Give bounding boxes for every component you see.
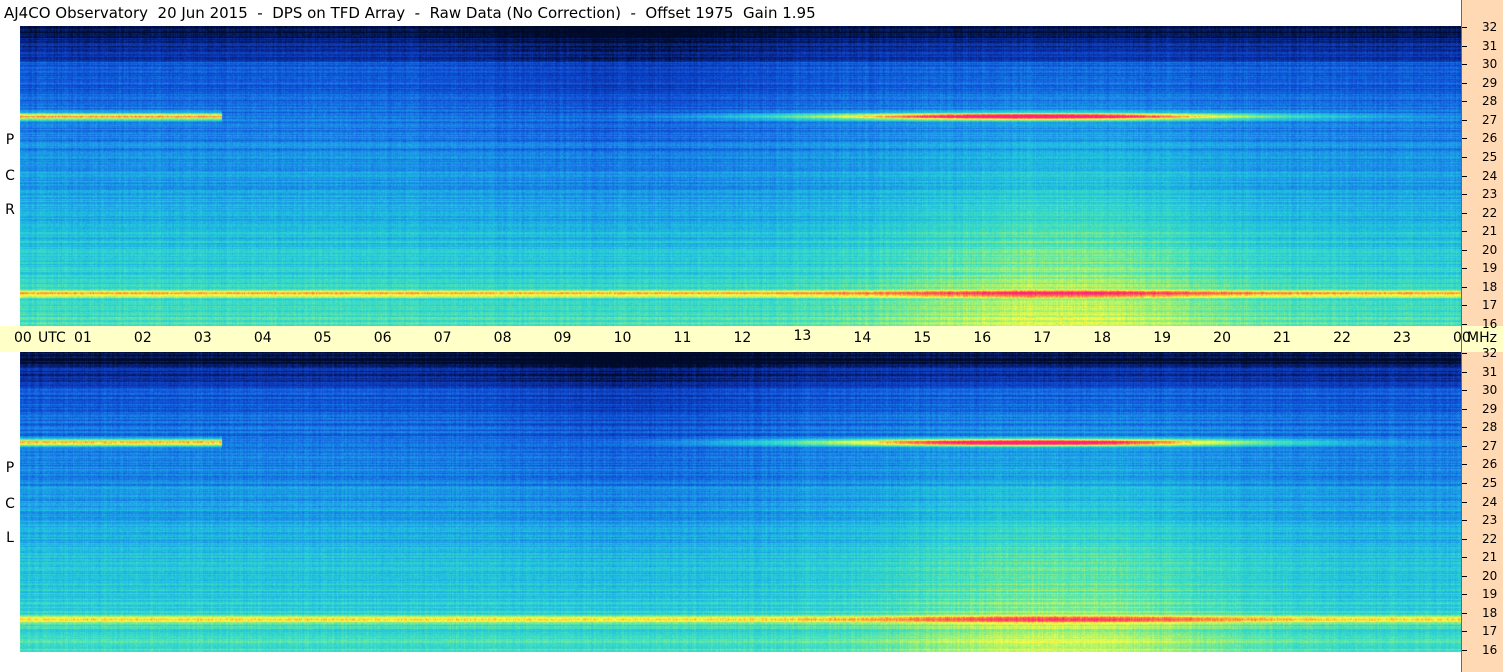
lcp-polarization-label: P C L xyxy=(0,352,20,652)
freq-tick-label-25: 25 xyxy=(1482,149,1498,164)
hour-label-3: 03 xyxy=(193,330,212,346)
rcp-letter-r: P xyxy=(5,132,15,148)
freq-tick-label-21: 21 xyxy=(1482,550,1498,565)
utc-time-axis: UTC MHz 00 01 02 03 04 05 06 07 08 09 10 11 12 13 14 15… xyxy=(0,326,1503,352)
hour-label-13: 13 xyxy=(793,328,812,344)
mhz-label: MHz xyxy=(1467,330,1497,346)
freq-tick-label-25: 25 xyxy=(1482,475,1498,490)
freq-tick-label-20: 20 xyxy=(1482,568,1498,583)
utc-label: UTC xyxy=(38,330,66,346)
rcp-polarization-label: P C R xyxy=(0,26,20,326)
freq-tick-label-32: 32 xyxy=(1482,346,1498,360)
freq-tick-label-17: 17 xyxy=(1482,298,1498,313)
frequency-scale-lcp: 32 31 30 29 28 27 26 25 24 23 22 21 20 19 18 17 16 xyxy=(1461,346,1503,672)
hour-label-19: 19 xyxy=(1153,330,1172,346)
freq-tick-label-17: 17 xyxy=(1482,624,1498,639)
rcp-spectrogram-image xyxy=(20,26,1461,326)
freq-tick-label-19: 19 xyxy=(1482,261,1498,276)
hour-label-1: 01 xyxy=(73,330,92,346)
lcp-letter-p: L xyxy=(6,530,14,546)
hour-label-14: 14 xyxy=(853,330,872,346)
hour-label-18: 18 xyxy=(1093,330,1112,346)
hour-label-9: 09 xyxy=(553,330,572,346)
freq-tick-label-20: 20 xyxy=(1482,242,1498,257)
hour-label-12: 12 xyxy=(733,330,752,346)
freq-tick-label-32: 32 xyxy=(1482,20,1498,34)
hour-label-17: 17 xyxy=(1033,330,1052,346)
freq-tick-label-28: 28 xyxy=(1482,94,1498,109)
hour-label-8: 08 xyxy=(493,330,512,346)
lcp-spectrogram-image xyxy=(20,352,1461,652)
freq-tick-label-30: 30 xyxy=(1482,57,1498,72)
hour-label-22: 22 xyxy=(1333,330,1351,346)
hour-label-6: 06 xyxy=(373,330,392,346)
freq-tick-label-16: 16 xyxy=(1482,643,1498,657)
hour-label-15: 15 xyxy=(913,330,932,346)
freq-tick-label-26: 26 xyxy=(1482,131,1498,146)
freq-tick-label-27: 27 xyxy=(1482,438,1498,453)
freq-tick-label-24: 24 xyxy=(1482,494,1498,509)
hour-label-21: 21 xyxy=(1273,330,1291,346)
freq-tick-label-22: 22 xyxy=(1482,531,1498,546)
hour-label-23: 23 xyxy=(1393,330,1411,346)
freq-tick-label-23: 23 xyxy=(1482,513,1498,528)
lcp-letter-c: C xyxy=(5,496,15,512)
freq-tick-label-31: 31 xyxy=(1482,38,1498,53)
freq-tick-label-29: 29 xyxy=(1482,75,1498,90)
lcp-letter-l: P xyxy=(5,460,15,476)
lcp-spectrogram[interactable] xyxy=(20,352,1461,652)
freq-tick-label-28: 28 xyxy=(1482,420,1498,435)
scale-divider xyxy=(1461,0,1462,672)
hour-label-5: 05 xyxy=(313,330,332,346)
window-title: AJ4CO Observatory 20 Jun 2015 - DPS on T… xyxy=(4,4,816,22)
freq-tick-label-26: 26 xyxy=(1482,457,1498,472)
freq-tick-label-19: 19 xyxy=(1482,587,1498,602)
rcp-spectrogram[interactable] xyxy=(20,26,1461,326)
hour-label-20: 20 xyxy=(1213,330,1231,346)
freq-tick-label-27: 27 xyxy=(1482,112,1498,127)
freq-tick-label-18: 18 xyxy=(1482,605,1498,620)
hour-label-4: 04 xyxy=(253,330,272,346)
freq-tick-label-23: 23 xyxy=(1482,187,1498,202)
freq-tick-label-31: 31 xyxy=(1482,364,1498,379)
freq-tick-label-21: 21 xyxy=(1482,224,1498,239)
hour-label-2: 02 xyxy=(133,330,152,346)
rcp-letter-c: C xyxy=(5,168,15,184)
hour-label-11: 11 xyxy=(673,330,692,346)
freq-tick-label-22: 22 xyxy=(1482,205,1498,220)
freq-tick-label-30: 30 xyxy=(1482,383,1498,398)
hour-label-16: 16 xyxy=(973,330,992,346)
freq-tick-label-16: 16 xyxy=(1482,317,1498,331)
hour-label-7: 07 xyxy=(433,330,452,346)
freq-tick-label-18: 18 xyxy=(1482,279,1498,294)
freq-tick-label-29: 29 xyxy=(1482,401,1498,416)
hour-label-10: 10 xyxy=(613,330,632,346)
freq-tick-label-24: 24 xyxy=(1482,168,1498,183)
hour-label-0: 00 xyxy=(14,330,32,346)
frequency-scale-rcp: 32 31 30 29 28 27 26 25 24 23 22 21 20 19 18 17 16 xyxy=(1461,0,1503,331)
rcp-letter-p: R xyxy=(5,202,15,218)
